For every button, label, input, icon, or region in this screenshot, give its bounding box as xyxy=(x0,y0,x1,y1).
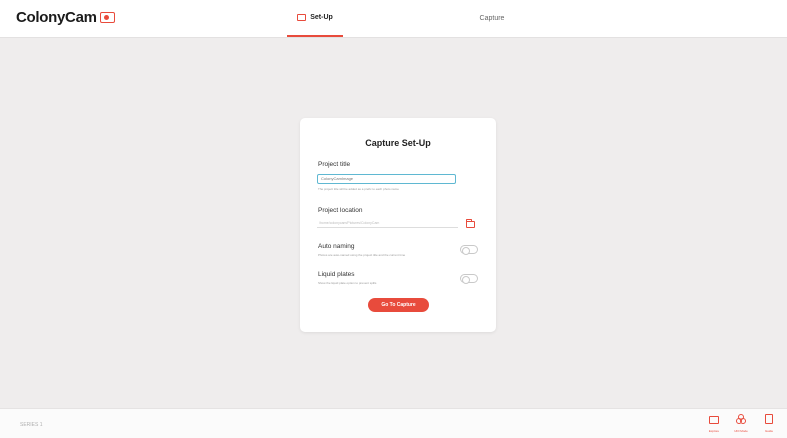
udi-mode-label: UDI Mode xyxy=(734,429,748,433)
explore-label: Explore xyxy=(708,429,720,433)
camera-icon xyxy=(99,12,115,23)
tab-capture[interactable]: Capture xyxy=(467,0,517,37)
auto-naming-toggle[interactable] xyxy=(460,245,478,255)
guide-button[interactable]: Guide xyxy=(758,414,780,436)
project-title-hint: The project title will be added as a pre… xyxy=(318,187,399,191)
tab-capture-label: Capture xyxy=(479,15,505,22)
go-to-capture-button[interactable]: Go To Capture xyxy=(368,298,429,312)
project-location-label: Project location xyxy=(318,207,363,214)
project-location-field[interactable]: /home/colonycam/Pictures/ColonyCam xyxy=(317,218,458,228)
rings-icon xyxy=(736,414,746,424)
folder-icon[interactable] xyxy=(465,219,475,228)
folder-icon xyxy=(709,416,719,424)
explore-button[interactable]: Explore xyxy=(703,414,725,436)
project-title-label: Project title xyxy=(318,161,351,168)
setup-icon xyxy=(297,14,307,21)
auto-naming-label: Auto naming xyxy=(318,243,355,250)
udi-mode-button[interactable]: UDI Mode xyxy=(730,414,752,436)
liquid-plates-label: Liquid plates xyxy=(318,271,355,278)
auto-naming-hint: Photos are auto-named using the project … xyxy=(318,253,406,257)
app-logo: ColonyCam xyxy=(16,9,115,26)
tab-setup[interactable]: Set-Up xyxy=(287,0,343,37)
tab-setup-label: Set-Up xyxy=(310,14,333,21)
top-bar: ColonyCam Set-Up Capture xyxy=(0,0,787,38)
project-title-input[interactable]: ColonyCamImage xyxy=(317,174,456,184)
app-name: ColonyCam xyxy=(16,9,97,26)
version-text: SERIES 1 xyxy=(20,422,43,428)
capture-setup-card: Capture Set-Up Project title ColonyCamIm… xyxy=(300,118,496,332)
liquid-plates-hint: Show the liquid plate option to prevent … xyxy=(318,281,377,285)
card-title: Capture Set-Up xyxy=(365,138,431,148)
document-icon xyxy=(765,414,773,424)
liquid-plates-toggle[interactable] xyxy=(460,274,478,284)
guide-label: Guide xyxy=(764,429,773,433)
footer-bar: SERIES 1 Explore UDI Mode Guide xyxy=(0,408,787,438)
